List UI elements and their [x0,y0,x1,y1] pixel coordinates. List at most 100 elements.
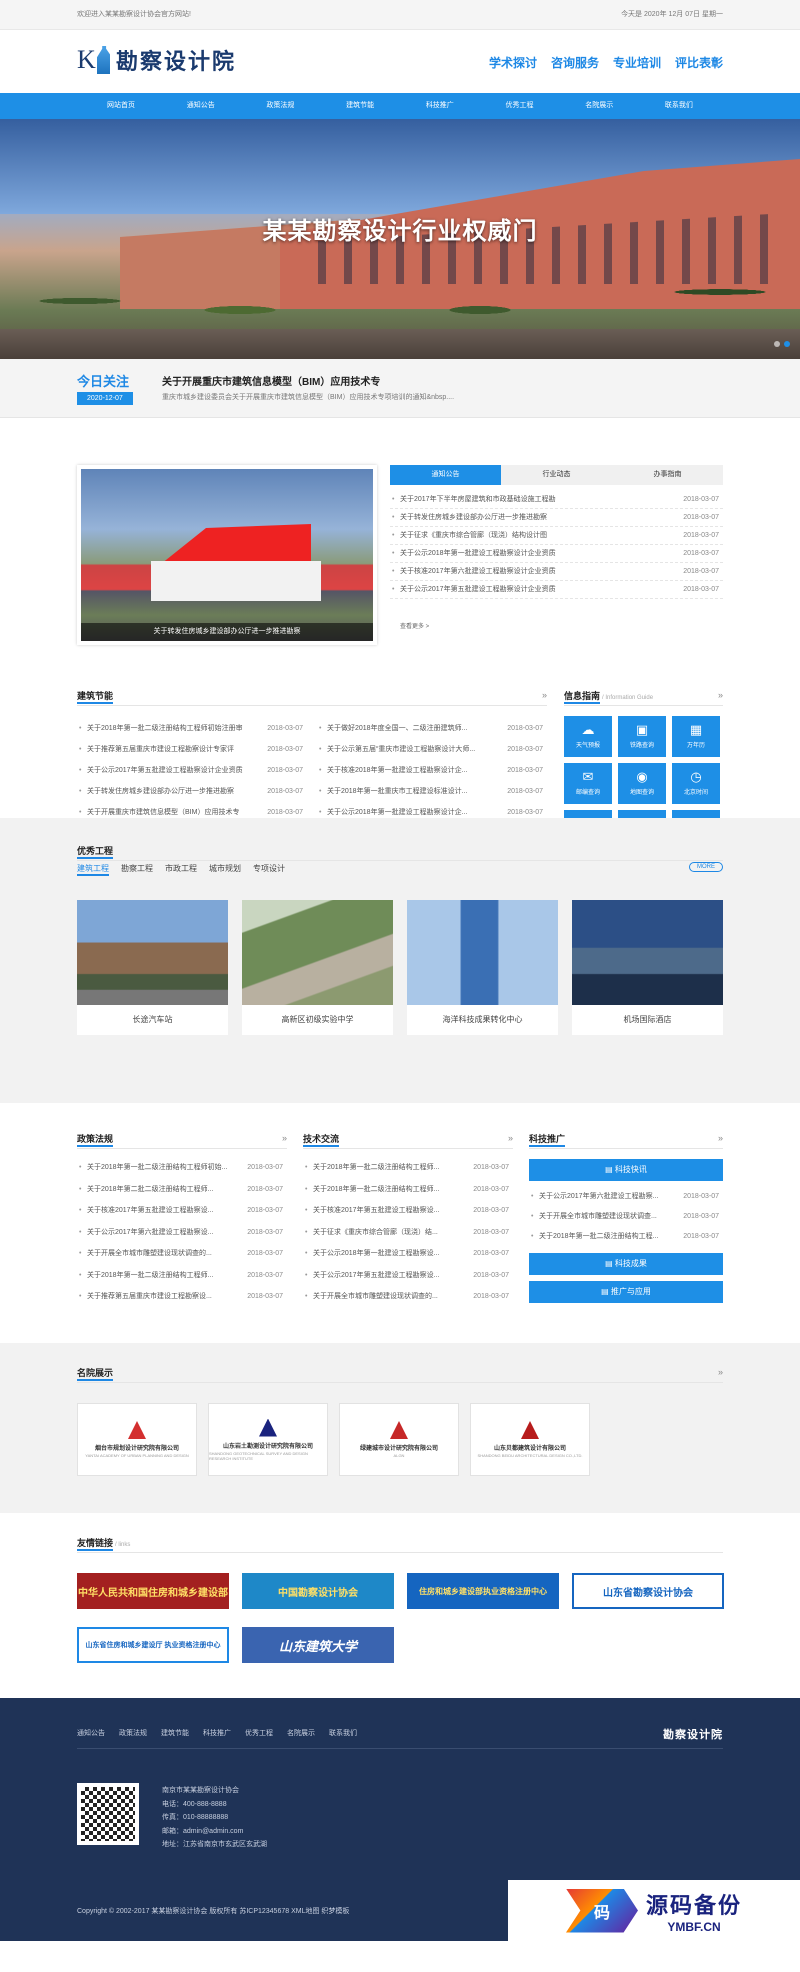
list-item-title: 关于征求《重庆市综合管廊（现浇）结... [313,1228,438,1236]
list-item[interactable]: 关于2018年第二批二级注册结构工程师... 2018-03-07 [77,1179,287,1201]
footer-link[interactable]: 建筑节能 [161,1728,189,1738]
tab-municipal[interactable]: 市政工程 [165,863,197,876]
list-item[interactable]: 关于公示2018年第一批建设工程勘察设计企业资质 2018-03-07 [390,545,723,563]
nav-home[interactable]: 网站首页 [87,93,155,119]
friend-link[interactable]: 住房和城乡建设部执业资格注册中心 [407,1573,559,1609]
list-item[interactable]: 关于推荐第五届重庆市建设工程勘察设... 2018-03-07 [77,1286,287,1308]
info-tile[interactable]: ▣ 铁路查询 [618,716,666,757]
info-tile[interactable]: ✉ 邮编查询 [564,763,612,804]
friend-link[interactable]: 山东建筑大学 [242,1627,394,1663]
friend-link[interactable]: 中国勘察设计协会 [242,1573,394,1609]
footer-link[interactable]: 通知公告 [77,1728,105,1738]
footer-link[interactable]: 科技推广 [203,1728,231,1738]
list-item[interactable]: 关于公示2018年第一批建设工程勘察设... 2018-03-07 [303,1243,513,1265]
info-tile[interactable]: ☁ 天气预报 [564,716,612,757]
hero-banner[interactable]: 某某勘察设计行业权威门 [0,119,800,359]
list-item[interactable]: 关于核准2017年第五批建设工程勘察设... 2018-03-07 [77,1200,287,1222]
footer-link[interactable]: 优秀工程 [245,1728,273,1738]
list-item[interactable]: 关于公示2017年第五批建设工程勘察设... 2018-03-07 [303,1265,513,1287]
tab-guide[interactable]: 办事指南 [612,465,723,485]
list-item[interactable]: 关于开展全市城市雕塑建设现状调查... 2018-03-07 [529,1207,723,1227]
institute-logo[interactable]: 烟台市规划设计研究院有限公司 YANTAI ACADEMY OF URBAN PL… [77,1403,197,1476]
list-item[interactable]: 关于2018年第一批重庆市工程建设标准设计... 2018-03-07 [317,781,547,802]
list-item[interactable]: 关于2017年下半年房屋建筑和市政基础设施工程勘 2018-03-07 [390,491,723,509]
list-item[interactable]: 关于推荐第五届重庆市建设工程勘察设计专家评 2018-03-07 [77,739,307,760]
more-arrow-icon[interactable]: » [718,1367,723,1377]
logo-text: 勘察设计院 [116,49,237,75]
friend-link[interactable]: 山东省勘察设计协会 [572,1573,724,1609]
more-arrow-icon[interactable]: » [718,690,723,700]
nav-notices[interactable]: 通知公告 [167,93,235,119]
list-item[interactable]: 关于公示2017年第五批建设工程勘察设计企业资质 2018-03-07 [390,581,723,599]
institute-logo[interactable]: 山东贝都建筑设计有限公司 SHANDONG BEIDU ARCHITECTURAL… [470,1403,590,1476]
more-arrow-icon[interactable]: » [508,1133,513,1143]
tab-planning[interactable]: 城市规划 [209,863,241,876]
info-tile[interactable]: ▦ 万年历 [672,716,720,757]
nav-energy[interactable]: 建筑节能 [326,93,394,119]
list-item[interactable]: 关于转发住房城乡建设部办公厅进一步推进勘察 2018-03-07 [390,509,723,527]
list-item[interactable]: 关于2018年第一批二级注册结构工程师... 2018-03-07 [77,1265,287,1287]
footer-link[interactable]: 联系我们 [329,1728,357,1738]
tech-news-button[interactable]: ▤ 科技快讯 [529,1159,723,1181]
list-item[interactable]: 关于开展全市城市雕塑建设现状调查的... 2018-03-07 [77,1243,287,1265]
list-item[interactable]: 关于开展全市城市雕塑建设现状调查的... 2018-03-07 [303,1286,513,1308]
list-item[interactable]: 关于2018年第一批二级注册结构工程师初始注册审 2018-03-07 [77,718,307,739]
list-item[interactable]: 关于2018年第一批二级注册结构工程... 2018-03-07 [529,1227,723,1247]
list-item-title: 关于公示2017年第六批建设工程勘察... [539,1193,659,1200]
list-item[interactable]: 关于核准2017年第六批建设工程勘察设计企业资质 2018-03-07 [390,563,723,581]
tech-results-button[interactable]: ▤ 科技成果 [529,1253,723,1275]
nav-tech[interactable]: 科技推广 [406,93,474,119]
list-item[interactable]: 关于公示2017年第六批建设工程勘察设... 2018-03-07 [77,1222,287,1244]
tab-survey[interactable]: 勘察工程 [121,863,153,876]
info-tile[interactable]: ◷ 北京时间 [672,763,720,804]
list-item[interactable]: 关于转发住房城乡建设部办公厅进一步推进勘察 2018-03-07 [77,781,307,802]
info-tile[interactable]: ◉ 地图查询 [618,763,666,804]
list-item[interactable]: 关于2018年第一批二级注册结构工程师... 2018-03-07 [303,1157,513,1179]
nav-institutes[interactable]: 名院展示 [565,93,633,119]
project-card[interactable]: 机场国际酒店 [572,900,723,1035]
list-item[interactable]: 关于核准2017年第五批建设工程勘察设... 2018-03-07 [303,1200,513,1222]
list-item[interactable]: 关于公示2017年第六批建设工程勘察... 2018-03-07 [529,1187,723,1207]
tab-industry[interactable]: 行业动态 [501,465,612,485]
friend-link[interactable]: 中华人民共和国住房和城乡建设部 [77,1573,229,1609]
header-link-training[interactable]: 专业培训 [613,54,661,71]
project-card[interactable]: 高新区初级实验中学 [242,900,393,1035]
nav-contact[interactable]: 联系我们 [645,93,713,119]
list-item[interactable]: 关于公示2017年第五批建设工程勘察设计企业资质 2018-03-07 [77,760,307,781]
nav-policy[interactable]: 政策法规 [246,93,314,119]
header-link-consulting[interactable]: 咨询服务 [551,54,599,71]
site-logo[interactable]: K 勘察设计院 [77,45,237,75]
banner-dot-active[interactable] [784,341,790,347]
tab-notices[interactable]: 通知公告 [390,465,501,485]
friend-link[interactable]: 山东省住房和城乡建设厅 执业资格注册中心 [77,1627,229,1663]
footer-link[interactable]: 名院展示 [287,1728,315,1738]
list-item-date: 2018-03-07 [683,496,719,503]
more-button[interactable]: MORE [689,862,723,872]
project-card[interactable]: 长途汽车站 [77,900,228,1035]
banner-dot[interactable] [774,341,780,347]
header-link-academic[interactable]: 学术探讨 [489,54,537,71]
list-item[interactable]: 关于核准2018年第一批建设工程勘察设计企... 2018-03-07 [317,760,547,781]
tab-special[interactable]: 专项设计 [253,863,285,876]
more-arrow-icon[interactable]: » [282,1133,287,1143]
promotion-button[interactable]: ▤ 推广与应用 [529,1281,723,1303]
more-link[interactable]: 查看更多 > [400,621,429,630]
list-item[interactable]: 关于征求《重庆市综合管廊（现浇）结构设计图 2018-03-07 [390,527,723,545]
institute-logo[interactable]: 山东岩土勘测设计研究院有限公司 SHANDONG GEOTECHNICAL SUR… [208,1403,328,1476]
institute-logo[interactable]: 绿建城市设计研究院有限公司 ALGN [339,1403,459,1476]
feature-photo[interactable]: 关于转发住房城乡建设部办公厅进一步推进勘察 [77,465,377,645]
footer-link[interactable]: 政策法规 [119,1728,147,1738]
more-arrow-icon[interactable]: » [542,690,547,700]
list-item[interactable]: 关于2018年第一批二级注册结构工程师... 2018-03-07 [303,1179,513,1201]
more-arrow-icon[interactable]: » [718,1133,723,1143]
list-item[interactable]: 关于做好2018年度全国一、二级注册建筑师... 2018-03-07 [317,718,547,739]
project-card[interactable]: 海洋科技成果转化中心 [407,900,558,1035]
today-headline[interactable]: 关于开展重庆市建筑信息模型（BIM）应用技术专 [162,373,380,388]
list-item[interactable]: 关于2018年第一批二级注册结构工程师初始... 2018-03-07 [77,1157,287,1179]
list-item[interactable]: 关于公示第五届“重庆市建设工程勘察设计大师... 2018-03-07 [317,739,547,760]
tab-building[interactable]: 建筑工程 [77,863,109,876]
nav-projects[interactable]: 优秀工程 [486,93,554,119]
institutes-title: 名院展示 [77,1368,114,1381]
header-link-awards[interactable]: 评比表彰 [675,54,723,71]
list-item[interactable]: 关于征求《重庆市综合管廊（现浇）结... 2018-03-07 [303,1222,513,1244]
